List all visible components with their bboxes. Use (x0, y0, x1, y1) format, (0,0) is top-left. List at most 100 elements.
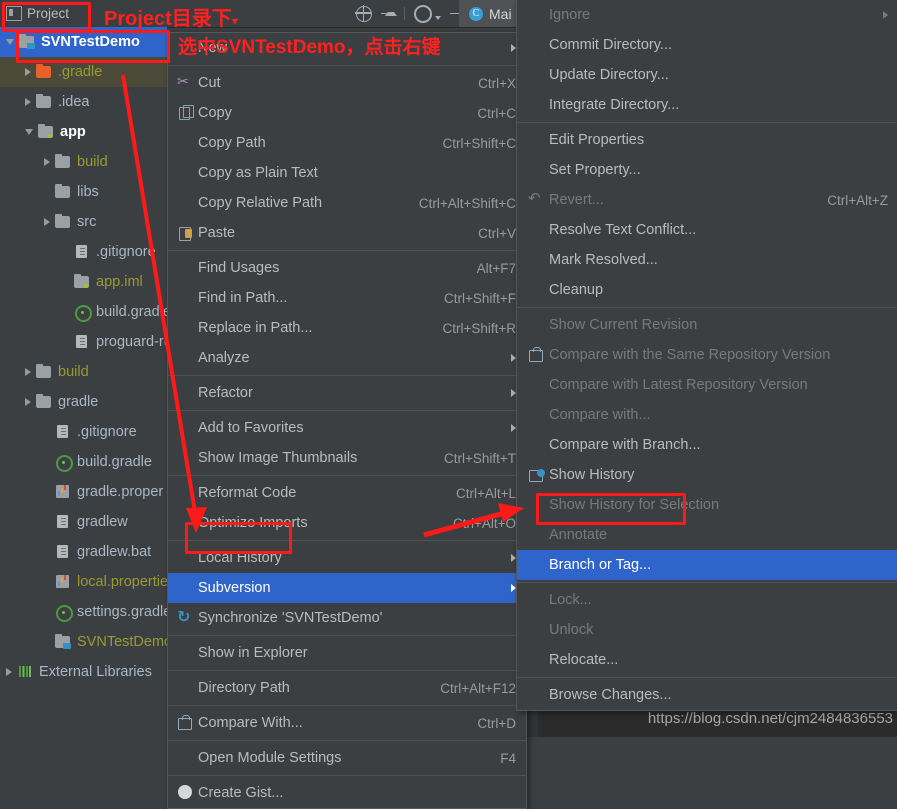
menu-item-open-module-settings[interactable]: Open Module Settings F4 (168, 743, 526, 773)
tree-item-local-propertie[interactable]: local.propertie (0, 567, 167, 597)
menu-item-copy-as-plain-text[interactable]: Copy as Plain Text (168, 158, 526, 188)
revert-icon (527, 189, 545, 208)
menu-item-label: Refactor (198, 385, 253, 401)
tree-item-proguard-ru[interactable]: proguard-ru (0, 327, 167, 357)
tree-item-svntestdemo[interactable]: SVNTestDemo (0, 27, 167, 57)
menu-item-integrate-directory[interactable]: Integrate Directory... (517, 90, 897, 120)
tree-item-app-iml[interactable]: app.iml (0, 267, 167, 297)
blank-icon (527, 622, 545, 638)
tree-item-label: gradlew (77, 514, 128, 530)
tree-expand-arrow-icon[interactable] (25, 398, 31, 406)
submenu-arrow-icon (883, 11, 888, 19)
menu-item-subversion[interactable]: Subversion (168, 573, 526, 603)
menu-item-synchronize-svntestdemo[interactable]: Synchronize 'SVNTestDemo' (168, 603, 526, 633)
tree-expand-arrow-icon[interactable] (6, 39, 14, 45)
settings-gear-icon[interactable] (414, 4, 432, 23)
editor-tab-main[interactable]: C Mai (459, 0, 522, 27)
tree-item-label: app (60, 124, 86, 140)
tree-item-build[interactable]: build (0, 357, 167, 387)
tree-item-external-libraries[interactable]: External Libraries (0, 657, 167, 687)
tree-item-gradlew[interactable]: gradlew (0, 507, 167, 537)
menu-item-reformat-code[interactable]: Reformat Code Ctrl+Alt+L (168, 478, 526, 508)
menu-item-show-history-for-selection: Show History for Selection (517, 490, 897, 520)
menu-item-mark-resolved[interactable]: Mark Resolved... (517, 245, 897, 275)
tree-item-build-gradle[interactable]: build.gradle (0, 297, 167, 327)
menu-item-label: Find in Path... (198, 290, 288, 306)
tree-item--gitignore[interactable]: .gitignore (0, 417, 167, 447)
menu-item-find-in-path[interactable]: Find in Path... Ctrl+Shift+F (168, 283, 526, 313)
tree-item-gradlew-bat[interactable]: gradlew.bat (0, 537, 167, 567)
menu-item-update-directory[interactable]: Update Directory... (517, 60, 897, 90)
tree-item--gitignore[interactable]: .gitignore (0, 237, 167, 267)
blank-icon (527, 97, 545, 113)
menu-item-shortcut: Ctrl+Alt+L (455, 485, 516, 501)
project-tool-tab[interactable]: Project (6, 4, 69, 23)
menu-item-refactor[interactable]: Refactor (168, 378, 526, 408)
menu-item-copy[interactable]: Copy Ctrl+C (168, 98, 526, 128)
menu-item-replace-in-path[interactable]: Replace in Path... Ctrl+Shift+R (168, 313, 526, 343)
tree-expand-arrow-icon[interactable] (25, 129, 33, 135)
blank-icon (527, 222, 545, 238)
tree-item-app[interactable]: app (0, 117, 167, 147)
menu-item-browse-changes[interactable]: Browse Changes... (517, 680, 897, 710)
menu-separator (168, 410, 526, 411)
tree-item-build-gradle[interactable]: build.gradle (0, 447, 167, 477)
menu-item-branch-or-tag[interactable]: Branch or Tag... (517, 550, 897, 580)
menu-item-new[interactable]: New (168, 33, 526, 63)
locate-target-icon[interactable] (355, 4, 372, 22)
tree-item--idea[interactable]: .idea (0, 87, 167, 117)
context-menu[interactable]: New Cut Ctrl+X Copy Ctrl+C Copy Path Ctrl+Shif… (167, 32, 527, 809)
tree-item-settings-gradle[interactable]: settings.gradle (0, 597, 167, 627)
menu-item-label: Browse Changes... (549, 687, 672, 703)
tree-item-src[interactable]: src (0, 207, 167, 237)
menu-item-local-history[interactable]: Local History (168, 543, 526, 573)
menu-item-compare-with-branch[interactable]: Compare with Branch... (517, 430, 897, 460)
menu-separator (168, 705, 526, 706)
menu-item-show-in-explorer[interactable]: Show in Explorer (168, 638, 526, 668)
tree-expand-arrow-icon[interactable] (6, 668, 12, 676)
menu-item-label: Show Current Revision (549, 317, 698, 333)
menu-item-show-history[interactable]: Show History (517, 460, 897, 490)
menu-item-add-to-favorites[interactable]: Add to Favorites (168, 413, 526, 443)
folder-module-svn-icon (19, 34, 35, 49)
menu-item-resolve-text-conflict[interactable]: Resolve Text Conflict... (517, 215, 897, 245)
menu-item-create-gist[interactable]: Create Gist... (168, 778, 526, 808)
menu-item-copy-path[interactable]: Copy Path Ctrl+Shift+C (168, 128, 526, 158)
menu-item-relocate[interactable]: Relocate... (517, 645, 897, 675)
tree-item-gradle[interactable]: gradle (0, 387, 167, 417)
tree-expand-arrow-icon[interactable] (44, 218, 50, 226)
tree-expand-arrow-icon[interactable] (25, 68, 31, 76)
tree-expand-arrow-icon[interactable] (25, 368, 31, 376)
menu-separator (168, 635, 526, 636)
tree-item-svntestdemo[interactable]: SVNTestDemo (0, 627, 167, 657)
menu-item-show-image-thumbnails[interactable]: Show Image Thumbnails Ctrl+Shift+T (168, 443, 526, 473)
project-tree[interactable]: SVNTestDemo .gradle .idea app build libs src .g… (0, 27, 167, 737)
tree-item--gradle[interactable]: .gradle (0, 57, 167, 87)
menu-item-copy-relative-path[interactable]: Copy Relative Path Ctrl+Alt+Shift+C (168, 188, 526, 218)
menu-item-edit-properties[interactable]: Edit Properties (517, 125, 897, 155)
menu-item-directory-path[interactable]: Directory Path Ctrl+Alt+F12 (168, 673, 526, 703)
menu-item-find-usages[interactable]: Find Usages Alt+F7 (168, 253, 526, 283)
tree-item-label: build (77, 154, 108, 170)
tree-expand-arrow-icon[interactable] (44, 158, 50, 166)
tree-item-libs[interactable]: libs (0, 177, 167, 207)
chevron-down-icon[interactable] (435, 16, 441, 20)
blank-icon (527, 592, 545, 608)
blank-icon (176, 485, 194, 501)
tree-expand-arrow-icon[interactable] (25, 98, 31, 106)
menu-item-compare-with[interactable]: Compare With... Ctrl+D (168, 708, 526, 738)
menu-item-analyze[interactable]: Analyze (168, 343, 526, 373)
menu-item-optimize-imports[interactable]: Optimize Imports Ctrl+Alt+O (168, 508, 526, 538)
menu-item-cleanup[interactable]: Cleanup (517, 275, 897, 305)
folder-grey-icon (55, 214, 71, 229)
menu-item-shortcut: F4 (500, 750, 516, 766)
tree-item-gradle-proper[interactable]: gradle.proper (0, 477, 167, 507)
menu-item-set-property[interactable]: Set Property... (517, 155, 897, 185)
blank-icon (176, 350, 194, 366)
subversion-submenu[interactable]: Ignore Commit Directory... Update Director… (516, 0, 897, 711)
menu-item-paste[interactable]: Paste Ctrl+V (168, 218, 526, 248)
menu-item-cut[interactable]: Cut Ctrl+X (168, 68, 526, 98)
menu-item-commit-directory[interactable]: Commit Directory... (517, 30, 897, 60)
tree-item-build[interactable]: build (0, 147, 167, 177)
collapse-all-icon[interactable] (381, 7, 397, 21)
